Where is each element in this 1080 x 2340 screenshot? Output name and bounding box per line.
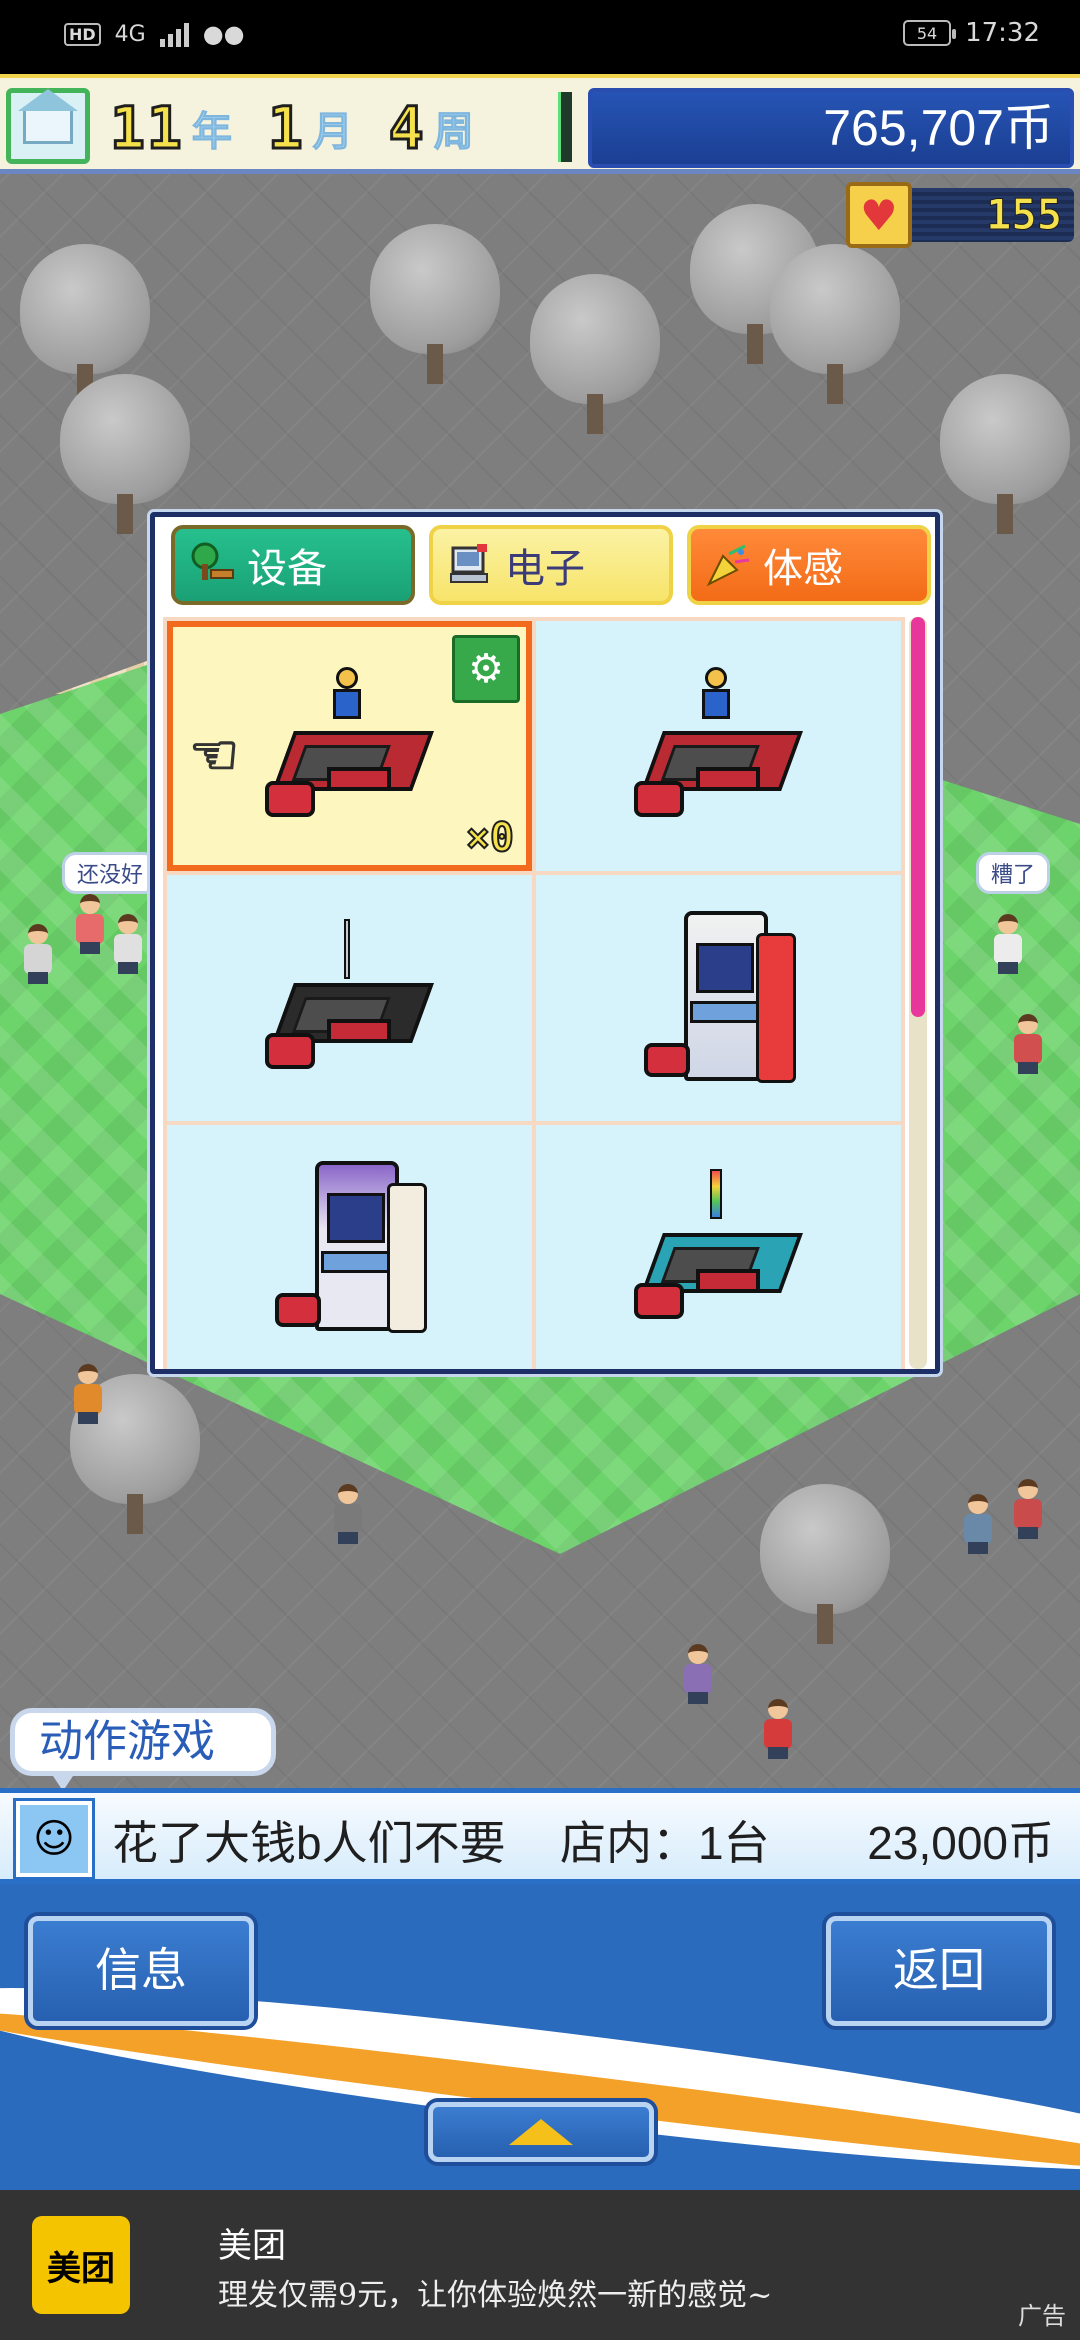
game-date: 11 年 1 月 4 周 [109,84,502,172]
tree [530,274,660,434]
arcade-upright-purple-icon [274,1153,427,1343]
item-slot-2[interactable] [536,621,901,871]
arcade-table-sword-icon [264,913,435,1083]
season-winter-icon[interactable] [6,88,90,164]
category-tag: 动作游戏 [10,1708,276,1791]
customer [72,894,108,954]
month-unit: 月 [312,109,353,156]
tree [370,224,500,384]
scrollbar-thumb[interactable] [911,617,925,1017]
item-slot-6[interactable] [536,1125,901,1369]
month-value: 1 [266,93,305,164]
pedestrian [680,1644,716,1704]
tab-label: 设备 [247,547,327,591]
pedestrian [960,1494,996,1554]
money-display: 765,707币 [588,88,1074,168]
signal-icon [159,21,189,47]
pedestrian [70,1364,106,1424]
category-tabs: 设备 电子 体感 [171,525,931,609]
back-button[interactable]: 返回 [826,1916,1052,2026]
tree [60,374,190,534]
year-value: 11 [109,93,184,164]
ad-banner[interactable]: 美团 美团 理发仅需9元，让你体验焕然一新的感觉~ 广告 [0,2190,1080,2340]
tab-equipment[interactable]: 设备 [171,525,415,605]
bench-tree-icon [185,538,239,592]
expand-menu-button[interactable] [428,2102,654,2162]
item-slot-1[interactable]: ☜ ⚙ ×0 [167,621,532,871]
meituan-logo: 美团 [32,2216,130,2314]
customer [1010,1014,1046,1074]
pedestrian [330,1484,366,1544]
network-type: 4G [114,21,146,47]
pedestrian [760,1699,796,1759]
wechat-icon: ●● [202,20,245,48]
scrollbar[interactable] [909,617,927,1369]
status-bar: HD 4G ●● 54 17:32 [0,0,1080,74]
arcade-table-cabinet-icon [633,661,804,831]
tree [770,244,900,404]
item-grid: ☜ ⚙ ×0 [163,617,905,1369]
item-slot-4[interactable] [536,875,901,1121]
battery-icon: 54 [903,20,957,46]
customer [990,914,1026,974]
year-unit: 年 [191,109,232,156]
arcade-table-teal-icon [633,1163,804,1333]
info-bar: ☺ 花了大钱b人们不要 店内：1台 23,000币 [0,1788,1080,1884]
item-price: 23,000币 [867,1817,1054,1869]
popularity-display: ♥ 155 [846,180,1074,250]
tab-label: 体感 [763,547,843,591]
tab-label: 电子 [505,547,585,591]
battery-level: 54 [916,23,938,43]
ad-label: 广告 [1018,2302,1066,2330]
owned-count: ×0 [465,814,515,862]
equipment-panel: 设备 电子 体感 ☜ ⚙ ×0 [150,512,940,1374]
arrow-up-icon [509,2119,573,2145]
tab-motion[interactable]: 体感 [687,525,931,605]
owned-in-shop: 店内：1台 [560,1817,770,1869]
wrench-icon[interactable]: ⚙ [452,635,520,703]
party-popper-icon [701,538,755,592]
hud-divider [558,92,572,162]
hand-pointer-icon: ☜ [188,722,240,789]
ad-text: 理发仅需9元，让你体验焕然一新的感觉~ [218,2278,773,2313]
computer-icon [443,538,497,592]
popularity-value: 155 [906,188,1074,242]
staff-avatar: ☺ [16,1801,92,1877]
clock: 17:32 [965,18,1040,48]
bottom-controls: 信息 返回 [0,1884,1080,2190]
ad-title: 美团 [218,2226,286,2266]
arcade-upright-cabinet-icon [643,903,796,1093]
item-slot-3[interactable] [167,875,532,1121]
pedestrian [1010,1479,1046,1539]
screen: HD 4G ●● 54 17:32 还没好 糟了 11 年 1 月 4 周 76… [0,0,1080,2340]
info-button[interactable]: 信息 [28,1916,254,2026]
speech-bubble-left: 还没好 [62,852,159,894]
hd-indicator: HD [64,22,101,46]
heart-icon: ♥ [846,182,912,248]
week-unit: 周 [433,109,474,156]
top-hud: 11 年 1 月 4 周 765,707币 [0,74,1080,174]
week-value: 4 [387,93,426,164]
item-slot-5[interactable] [167,1125,532,1369]
tree [760,1484,890,1644]
ticker-message: 花了大钱b人们不要 [112,1817,506,1869]
tab-electronic[interactable]: 电子 [429,525,673,605]
customer [110,914,146,974]
speech-bubble-right: 糟了 [976,852,1051,894]
arcade-table-cabinet-icon [264,661,435,831]
tree [940,374,1070,534]
customer [20,924,56,984]
